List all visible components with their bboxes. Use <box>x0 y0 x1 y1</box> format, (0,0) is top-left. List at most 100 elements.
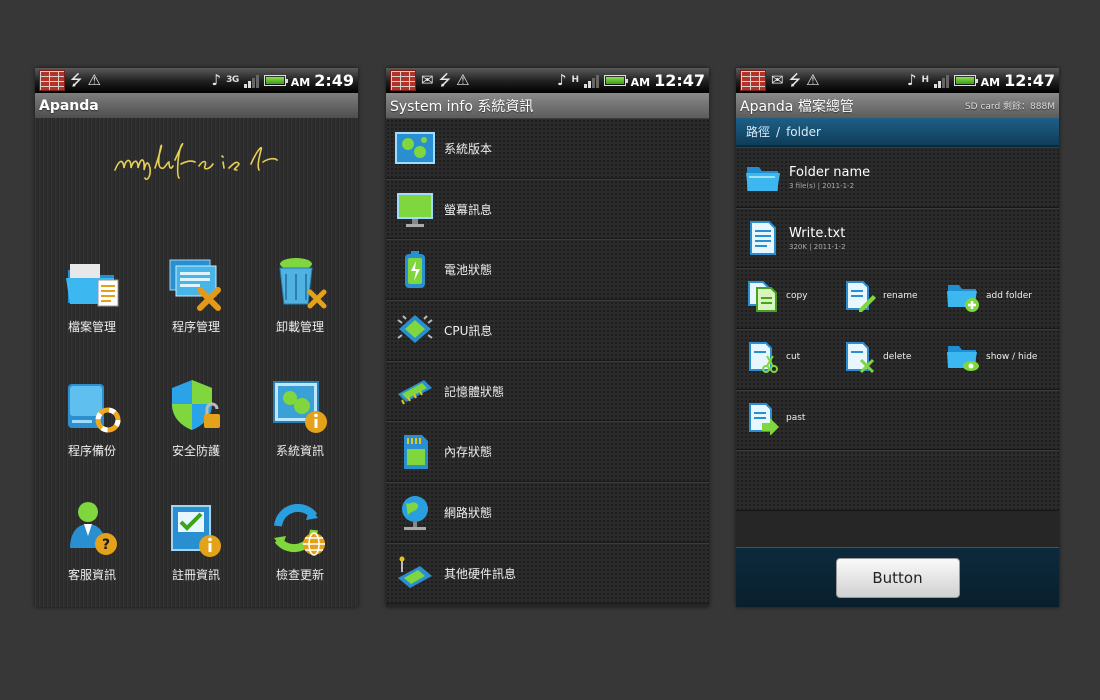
list-item-label: 其他硬件訊息 <box>444 566 517 581</box>
action-label: show / hide <box>986 352 1038 363</box>
list-item-label: 內存狀態 <box>444 445 493 460</box>
grid-item-label: 檢查更新 <box>275 568 324 582</box>
brick-wall-icon <box>740 70 766 91</box>
grid-item-security[interactable]: 安全防護 <box>144 376 248 476</box>
sd-card-icon <box>394 431 436 473</box>
add-folder-button[interactable]: add folder <box>946 279 1032 313</box>
grid-item-system-info[interactable]: 系統資訊 <box>248 376 352 476</box>
usb-icon: ⭍ <box>438 71 452 89</box>
status-bar: ✉ ⭍ ⚠ ♪ H AM 12:47 <box>386 68 709 93</box>
battery-icon <box>263 75 288 86</box>
breadcrumb-separator: / <box>776 124 781 139</box>
user-help-icon: ? <box>62 500 122 560</box>
phone-screen-file-explorer: ✉ ⭍ ⚠ ♪ H AM 12:47 Apanda 檔案總管 SD card 剩餘… <box>736 68 1059 607</box>
network-type: H <box>921 75 930 85</box>
phone-screen-home: ⭍ ⚠ ♪ 3G AM 2:49 Apanda 檔案管理 程序管理 卸載管理 程… <box>35 68 358 607</box>
bottom-toolbar: Button <box>736 547 1059 607</box>
cut-button[interactable]: cut <box>746 340 800 374</box>
action-label: past <box>786 412 806 423</box>
file-name: Write.txt <box>789 225 846 241</box>
grid-item-label: 系統資訊 <box>275 444 324 458</box>
action-label: delete <box>883 352 912 363</box>
grid-item-process-manager[interactable]: 程序管理 <box>144 252 248 352</box>
grid-item-label: 檔案管理 <box>67 320 116 334</box>
list-item-other-hardware[interactable]: 其他硬件訊息 <box>386 542 709 604</box>
network-type: H <box>571 75 580 85</box>
grid-item-check-update[interactable]: 檢查更新 <box>248 500 352 600</box>
system-info-icon <box>270 376 330 436</box>
app-tools-icon <box>166 252 226 312</box>
show-hide-button[interactable]: show / hide <box>946 340 1037 374</box>
folder-icon <box>745 159 781 195</box>
battery-icon <box>394 249 436 291</box>
mail-icon: ✉ <box>421 71 434 89</box>
file-row-text[interactable]: Write.txt 320K | 2011-1-2 <box>736 207 1059 269</box>
list-item-screen-info[interactable]: 螢幕訊息 <box>386 178 709 240</box>
empty-row <box>736 450 1059 512</box>
list-item-memory-status[interactable]: 記憶體狀態 <box>386 360 709 422</box>
grid-item-app-backup[interactable]: 程序備份 <box>40 376 144 476</box>
grid-item-uninstall-manager[interactable]: 卸載管理 <box>248 252 352 352</box>
list-item-cpu-info[interactable]: CPU訊息 <box>386 300 709 361</box>
list-item-network-status[interactable]: 網路狀態 <box>386 482 709 543</box>
grid-item-registration[interactable]: 註冊資訊 <box>144 500 248 600</box>
list-item-storage-status[interactable]: 內存狀態 <box>386 421 709 483</box>
monitor-icon <box>394 188 436 230</box>
action-label: rename <box>883 291 918 302</box>
app-title-bar: System info 系統資訊 <box>386 93 709 118</box>
rename-button[interactable]: rename <box>843 279 918 313</box>
system-info-list: 系統版本 螢幕訊息 電池狀態 CPU訊息 記憶體狀態 內存狀態 網路狀態 其他硬… <box>386 118 709 604</box>
signal-icon <box>243 74 259 88</box>
file-name: Folder name <box>789 164 871 180</box>
warning-icon: ⚠ <box>87 71 101 89</box>
signal-icon <box>583 74 599 88</box>
hardware-icon <box>394 552 436 594</box>
grid-item-label: 客服資訊 <box>67 568 116 582</box>
signal-icon <box>933 74 949 88</box>
usb-icon: ⭍ <box>70 71 83 89</box>
file-meta: 3 file(s) | 2011-1-2 <box>789 181 855 190</box>
folder-document-icon <box>62 252 122 312</box>
list-item-label: 系統版本 <box>444 141 493 156</box>
grid-item-label: 卸載管理 <box>275 320 324 334</box>
muted-music-icon: ♪ <box>211 71 222 89</box>
mail-icon: ✉ <box>771 71 784 89</box>
delete-button[interactable]: delete <box>843 340 911 374</box>
status-bar: ✉ ⭍ ⚠ ♪ H AM 12:47 <box>736 68 1059 93</box>
file-meta: 320K | 2011-1-2 <box>789 242 846 251</box>
list-item-label: 記憶體狀態 <box>444 384 505 399</box>
action-row-3: past <box>736 389 1059 451</box>
svg-text:?: ? <box>102 537 110 553</box>
paste-icon <box>746 401 780 435</box>
copy-button[interactable]: copy <box>746 279 808 313</box>
grid-item-label: 程序管理 <box>171 320 220 334</box>
phone-screen-system-info: ✉ ⭍ ⚠ ♪ H AM 12:47 System info 系統資訊 系統版本 … <box>386 68 709 607</box>
list-item-battery-status[interactable]: 電池狀態 <box>386 239 709 301</box>
grid-item-label: 註冊資訊 <box>171 568 220 582</box>
primary-button[interactable]: Button <box>835 557 960 598</box>
grid-item-customer-service[interactable]: ? 客服資訊 <box>40 500 144 600</box>
copy-icon <box>746 279 780 313</box>
action-row-2: cut delete show / hide <box>736 329 1059 390</box>
warning-icon: ⚠ <box>806 71 820 89</box>
file-row-folder[interactable]: Folder name 3 file(s) | 2011-1-2 <box>736 147 1059 208</box>
register-info-icon <box>166 500 226 560</box>
file-list: Folder name 3 file(s) | 2011-1-2 Write.t… <box>736 147 1059 512</box>
clock: AM 12:47 <box>630 71 705 90</box>
paste-button[interactable]: past <box>746 401 805 435</box>
sd-card-free-space: SD card 剩餘：888M <box>964 102 1055 112</box>
breadcrumb-current-folder[interactable]: folder <box>786 125 821 139</box>
list-item-label: CPU訊息 <box>444 323 493 338</box>
breadcrumb-root[interactable]: 路徑 <box>746 123 770 140</box>
memory-icon <box>394 370 436 412</box>
app-title: System info 系統資訊 <box>390 98 534 115</box>
drive-backup-icon <box>62 376 122 436</box>
text-file-icon <box>745 220 781 256</box>
battery-icon <box>953 75 978 86</box>
action-row-1: copy rename add folder <box>736 268 1059 330</box>
grid-item-file-manager[interactable]: 檔案管理 <box>40 252 144 352</box>
list-item-system-version[interactable]: 系統版本 <box>386 118 709 179</box>
cpu-icon <box>394 309 436 351</box>
clock: AM 2:49 <box>290 71 354 90</box>
list-item-label: 螢幕訊息 <box>444 202 493 217</box>
